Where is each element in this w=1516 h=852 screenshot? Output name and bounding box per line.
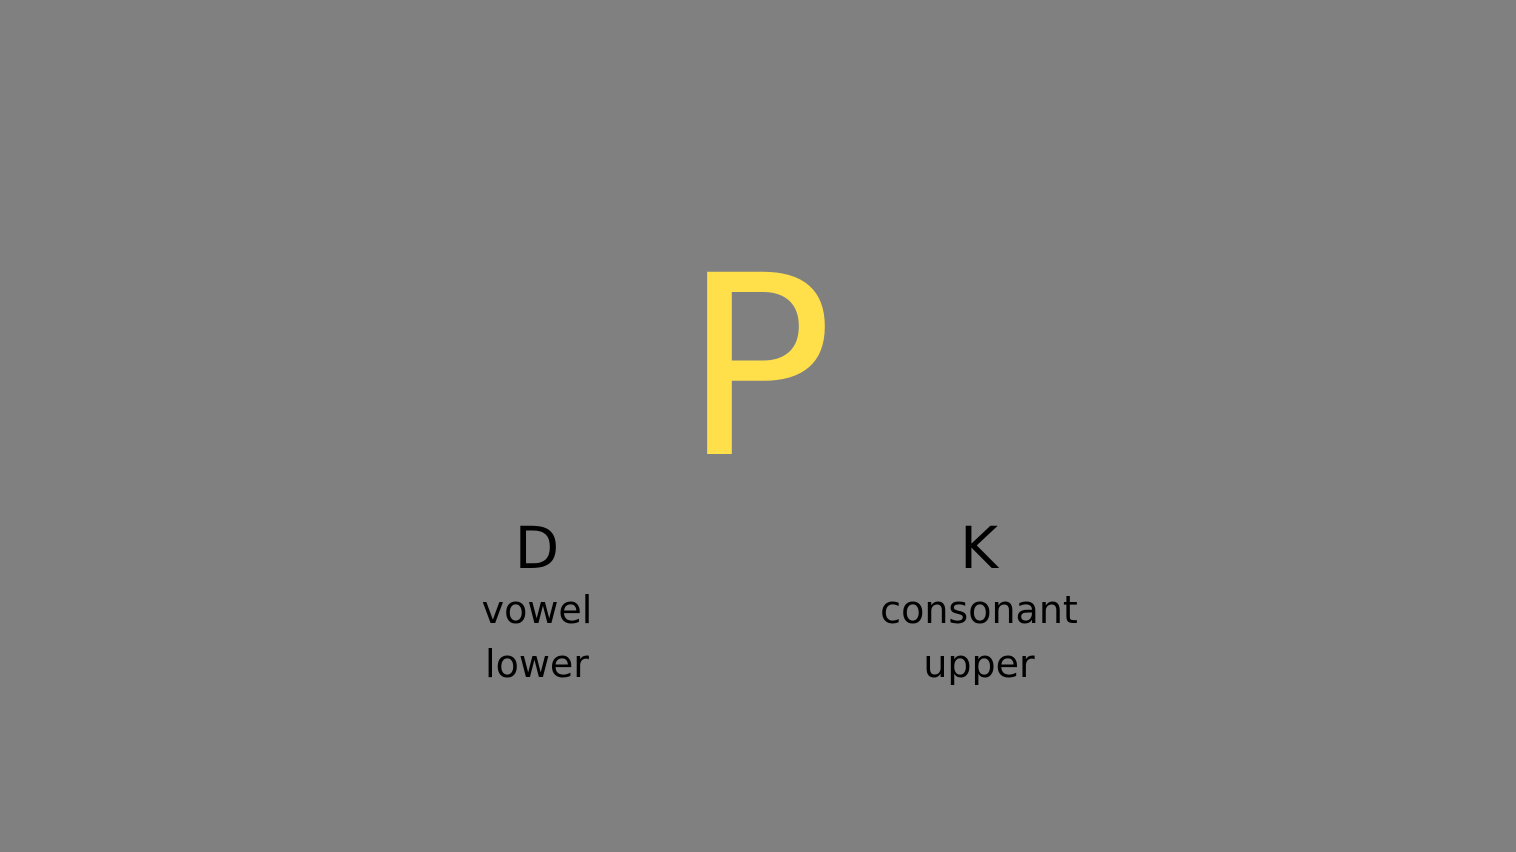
left-response-key: D <box>514 514 560 582</box>
right-response-key: K <box>959 514 999 582</box>
right-response-label-category: consonant <box>880 588 1078 632</box>
left-response-label-case: lower <box>485 642 589 686</box>
stimulus-letter: P <box>682 222 834 513</box>
left-response-label-category: vowel <box>481 588 593 632</box>
right-response-label-case: upper <box>923 642 1035 686</box>
left-response-option: D vowel lower <box>357 513 717 691</box>
right-response-option: K consonant upper <box>799 513 1159 691</box>
